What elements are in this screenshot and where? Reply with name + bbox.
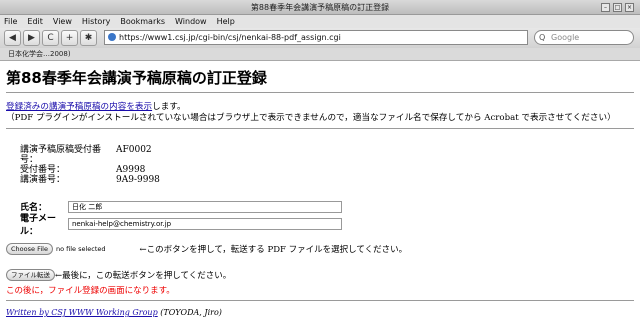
info-label: 講演予稿原稿受付番号： [20, 145, 102, 165]
menu-history[interactable]: History [82, 15, 110, 28]
submit-row: ファイル転送 ←最後に，この転送ボタンを押してください。 [6, 269, 634, 281]
back-button[interactable]: ◀ [4, 30, 21, 46]
info-label: 講演番号： [20, 175, 66, 185]
info-value: A9998 [116, 165, 146, 175]
next-step-note: この後に，ファイル登録の画面になります。 [6, 286, 175, 296]
bookmarks-bar: 日本化学会…2008) [0, 48, 640, 61]
upload-form: 氏名： 電子メール： [20, 199, 634, 237]
choose-file-button[interactable]: Choose File [6, 243, 53, 255]
menu-edit[interactable]: Edit [27, 15, 43, 28]
search-placeholder: Google [551, 33, 580, 42]
divider [6, 300, 634, 301]
site-identity-icon[interactable] [108, 33, 116, 41]
view-suffix: します。 [152, 102, 186, 112]
window-title: 第88春季年会講演予稿原稿の訂正登録 [250, 3, 390, 12]
maximize-icon[interactable]: □ [613, 3, 622, 12]
url-bar[interactable]: https://www1.csj.jp/cgi-bin/csj/nenkai-8… [104, 30, 528, 45]
submit-transfer-button[interactable]: ファイル転送 [6, 269, 55, 281]
window-controls: – □ × [601, 3, 634, 12]
info-value: 9A9-9998 [116, 175, 160, 185]
close-icon[interactable]: × [625, 3, 634, 12]
menu-bookmarks[interactable]: Bookmarks [120, 15, 165, 28]
reload-button[interactable]: C [42, 30, 59, 46]
name-row: 氏名： [20, 199, 634, 214]
page-title: 第88春季年会講演予稿原稿の訂正登録 [6, 69, 267, 87]
search-icon: Q [539, 33, 546, 42]
name-field[interactable] [68, 200, 342, 213]
email-label: 電子メール： [20, 213, 57, 237]
navigation-toolbar: ◀ ▶ C + ✱ https://www1.csj.jp/cgi-bin/cs… [0, 28, 640, 48]
view-paragraph: 登録済みの講演予稿原稿の内容を表示します。 （PDF プラグインがインストールさ… [6, 102, 634, 124]
page-content: 第88春季年会講演予稿原稿の訂正登録 登録済みの講演予稿原稿の内容を表示します。… [0, 62, 640, 326]
info-row: 講演番号： 9A9-9998 [20, 175, 634, 185]
minimize-icon[interactable]: – [601, 3, 610, 12]
registration-info: 講演予稿原稿受付番号： AF0002 受付番号： A9998 講演番号： 9A9… [20, 145, 634, 185]
page-footer: Written by CSJ WWW Working Group (TOYODA… [6, 308, 634, 317]
footer-link[interactable]: Written by CSJ WWW Working Group [6, 308, 158, 317]
search-input[interactable]: Q Google [534, 30, 634, 45]
divider [6, 128, 634, 129]
file-instruction: ←このボタンを押して，転送する PDF ファイルを選択してください。 [139, 245, 408, 255]
footer-author: (TOYODA, Jiro) [160, 308, 222, 317]
divider [6, 92, 634, 93]
menu-help[interactable]: Help [217, 15, 235, 28]
file-select-row: Choose File no file selected ←このボタンを押して，… [6, 243, 634, 255]
pdf-plugin-note: （PDF プラグインがインストールされていない場合はブラウザ上で表示できませんの… [6, 113, 616, 123]
menu-bar: File Edit View History Bookmarks Window … [0, 15, 640, 28]
info-value: AF0002 [116, 145, 152, 155]
no-file-label: no file selected [55, 245, 106, 253]
info-label: 受付番号： [20, 165, 66, 175]
url-text: https://www1.csj.jp/cgi-bin/csj/nenkai-8… [119, 33, 341, 42]
forward-button[interactable]: ▶ [23, 30, 40, 46]
email-field[interactable] [68, 217, 342, 230]
email-row: 電子メール： [20, 214, 634, 237]
menu-window[interactable]: Window [175, 15, 207, 28]
info-row: 講演予稿原稿受付番号： AF0002 [20, 145, 634, 165]
settings-button[interactable]: ✱ [80, 30, 97, 46]
view-registered-link[interactable]: 登録済みの講演予稿原稿の内容を表示 [6, 102, 152, 112]
menu-view[interactable]: View [53, 15, 72, 28]
menu-file[interactable]: File [4, 15, 17, 28]
bookmark-item[interactable]: 日本化学会…2008) [8, 50, 71, 58]
submit-instruction: ←最後に，この転送ボタンを押してください。 [55, 271, 232, 281]
window-title-bar: 第88春季年会講演予稿原稿の訂正登録 – □ × [0, 0, 640, 15]
info-row: 受付番号： A9998 [20, 165, 634, 175]
add-bookmark-button[interactable]: + [61, 30, 78, 46]
